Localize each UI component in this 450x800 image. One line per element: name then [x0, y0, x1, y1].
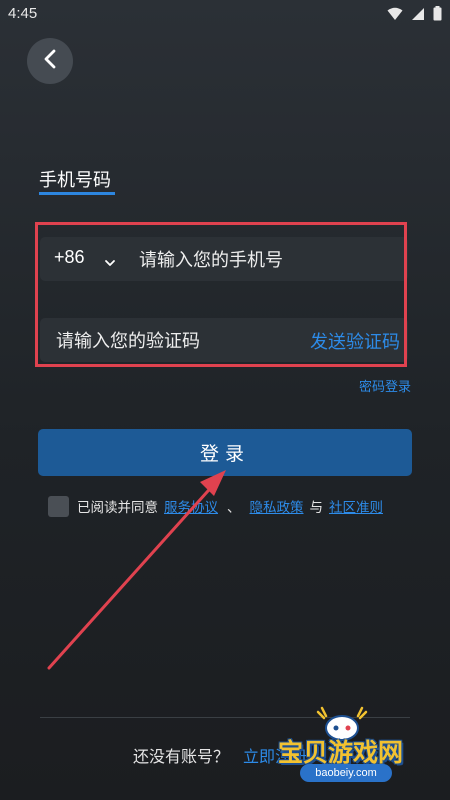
back-button[interactable] [27, 38, 73, 84]
login-button[interactable]: 登录 [38, 429, 412, 476]
battery-icon [433, 5, 442, 25]
agreement-and: 与 [309, 500, 324, 516]
annotation-arrow [47, 470, 226, 670]
community-guidelines-link[interactable]: 社区准则 [329, 496, 383, 516]
password-login-link[interactable]: 密码登录 [359, 376, 411, 395]
signal-icon [411, 6, 425, 25]
agreement-prefix: 已阅读并同意 [77, 500, 158, 516]
status-time: 4:45 [8, 5, 38, 22]
status-icons [387, 5, 442, 25]
privacy-policy-link[interactable]: 隐私政策 [250, 496, 304, 516]
highlight-box [35, 222, 407, 367]
tab-phone-number[interactable]: 手机号码 [39, 166, 111, 192]
agreement-row: 已阅读并同意 服务协议 、 隐私政策 与 社区准则 [48, 494, 383, 518]
service-agreement-link[interactable]: 服务协议 [164, 496, 218, 516]
watermark-url: baobeiy.com [300, 764, 392, 782]
tab-underline [39, 192, 115, 195]
status-bar: 4:45 [0, 0, 450, 30]
no-account-text: 还没有账号？ [133, 747, 230, 766]
agreement-checkbox[interactable] [48, 495, 69, 517]
wifi-icon [387, 6, 403, 25]
agreement-separator: 、 [227, 500, 241, 516]
chevron-left-icon [43, 49, 57, 73]
